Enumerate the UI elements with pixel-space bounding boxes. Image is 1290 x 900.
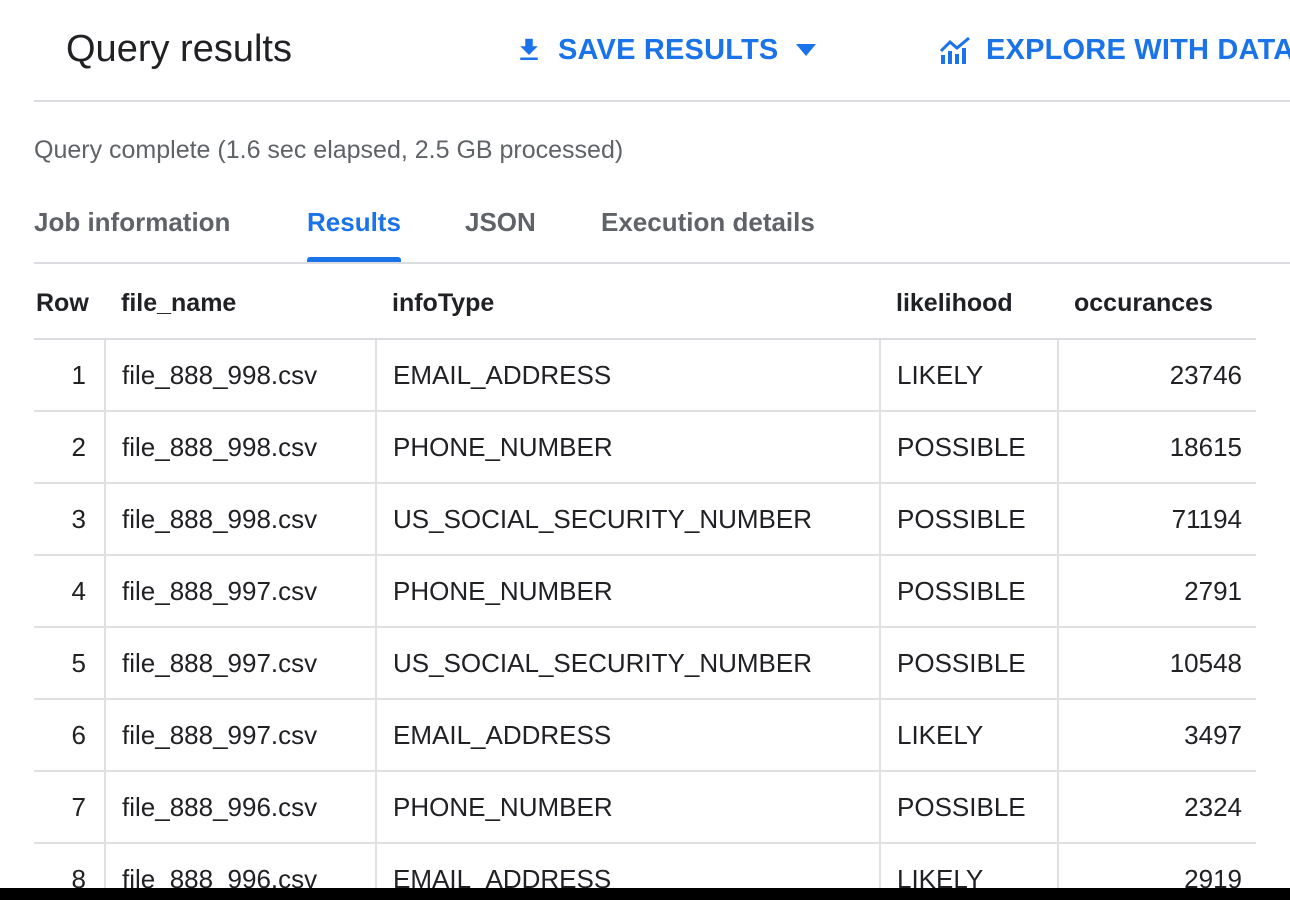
cell-info-type: EMAIL_ADDRESS <box>375 699 880 772</box>
cell-info-type: PHONE_NUMBER <box>375 411 880 484</box>
cell-occurances: 3497 <box>1057 699 1256 772</box>
table-row: 2 file_888_998.csv PHONE_NUMBER POSSIBLE… <box>34 411 1256 484</box>
row-number: 6 <box>34 699 105 772</box>
explore-data-studio-button[interactable]: EXPLORE WITH DATA STUDIO <box>938 28 1290 72</box>
cell-likelihood: POSSIBLE <box>879 483 1058 556</box>
cell-likelihood: LIKELY <box>879 699 1058 772</box>
row-number: 2 <box>34 411 105 484</box>
explore-data-studio-label: EXPLORE WITH DATA STUDIO <box>986 33 1290 66</box>
tab-execution-details[interactable]: Execution details <box>601 196 815 262</box>
cell-info-type: US_SOCIAL_SECURITY_NUMBER <box>375 483 880 556</box>
caret-down-icon <box>794 42 818 58</box>
query-results-panel: Query results SAVE RESULTS EXPLORE WITH … <box>0 0 1290 900</box>
cell-likelihood: POSSIBLE <box>879 411 1058 484</box>
query-status: Query complete (1.6 sec elapsed, 2.5 GB … <box>34 136 624 164</box>
row-number: 5 <box>34 627 105 700</box>
cell-occurances: 10548 <box>1057 627 1256 700</box>
cell-occurances: 2324 <box>1057 771 1256 844</box>
column-header-likelihood: likelihood <box>880 268 1058 340</box>
column-header-row: Row <box>34 268 105 340</box>
cell-occurances: 23746 <box>1057 339 1256 412</box>
table-row: 1 file_888_998.csv EMAIL_ADDRESS LIKELY … <box>34 339 1256 412</box>
row-number: 4 <box>34 555 105 628</box>
cell-likelihood: POSSIBLE <box>879 771 1058 844</box>
results-tabs: Job information Results JSON Execution d… <box>34 196 1290 264</box>
cell-info-type: PHONE_NUMBER <box>375 771 880 844</box>
cell-likelihood: LIKELY <box>879 339 1058 412</box>
cell-occurances: 71194 <box>1057 483 1256 556</box>
cell-file-name: file_888_998.csv <box>104 339 376 412</box>
cell-likelihood: POSSIBLE <box>879 555 1058 628</box>
results-header: Query results SAVE RESULTS EXPLORE WITH … <box>34 0 1290 102</box>
table-row: 4 file_888_997.csv PHONE_NUMBER POSSIBLE… <box>34 555 1256 628</box>
column-header-file-name: file_name <box>105 268 376 340</box>
save-results-button[interactable]: SAVE RESULTS <box>514 28 818 72</box>
cell-file-name: file_888_996.csv <box>104 771 376 844</box>
column-header-occurances: occurances <box>1058 268 1256 340</box>
data-studio-icon <box>938 35 972 65</box>
results-table: Row file_name infoType likelihood occura… <box>34 268 1256 900</box>
results-table-container[interactable]: Row file_name infoType likelihood occura… <box>34 268 1256 900</box>
page-title: Query results <box>66 28 292 70</box>
cell-info-type: EMAIL_ADDRESS <box>375 339 880 412</box>
cell-occurances: 18615 <box>1057 411 1256 484</box>
table-row: 6 file_888_997.csv EMAIL_ADDRESS LIKELY … <box>34 699 1256 772</box>
tab-results[interactable]: Results <box>307 196 401 262</box>
table-row: 7 file_888_996.csv PHONE_NUMBER POSSIBLE… <box>34 771 1256 844</box>
save-results-label: SAVE RESULTS <box>558 33 779 66</box>
cell-file-name: file_888_997.csv <box>104 627 376 700</box>
cell-file-name: file_888_998.csv <box>104 483 376 556</box>
cell-info-type: US_SOCIAL_SECURITY_NUMBER <box>375 627 880 700</box>
table-row: 5 file_888_997.csv US_SOCIAL_SECURITY_NU… <box>34 627 1256 700</box>
tab-job-information[interactable]: Job information <box>34 196 230 262</box>
cell-likelihood: POSSIBLE <box>879 627 1058 700</box>
row-number: 7 <box>34 771 105 844</box>
download-icon <box>514 35 544 65</box>
cell-occurances: 2791 <box>1057 555 1256 628</box>
tab-json[interactable]: JSON <box>465 196 536 262</box>
table-row: 3 file_888_998.csv US_SOCIAL_SECURITY_NU… <box>34 483 1256 556</box>
row-number: 1 <box>34 339 105 412</box>
row-number: 3 <box>34 483 105 556</box>
window-bottom-edge <box>0 888 1290 900</box>
table-header-row: Row file_name infoType likelihood occura… <box>34 268 1256 340</box>
cell-file-name: file_888_997.csv <box>104 699 376 772</box>
cell-info-type: PHONE_NUMBER <box>375 555 880 628</box>
cell-file-name: file_888_998.csv <box>104 411 376 484</box>
column-header-info-type: infoType <box>376 268 880 340</box>
cell-file-name: file_888_997.csv <box>104 555 376 628</box>
